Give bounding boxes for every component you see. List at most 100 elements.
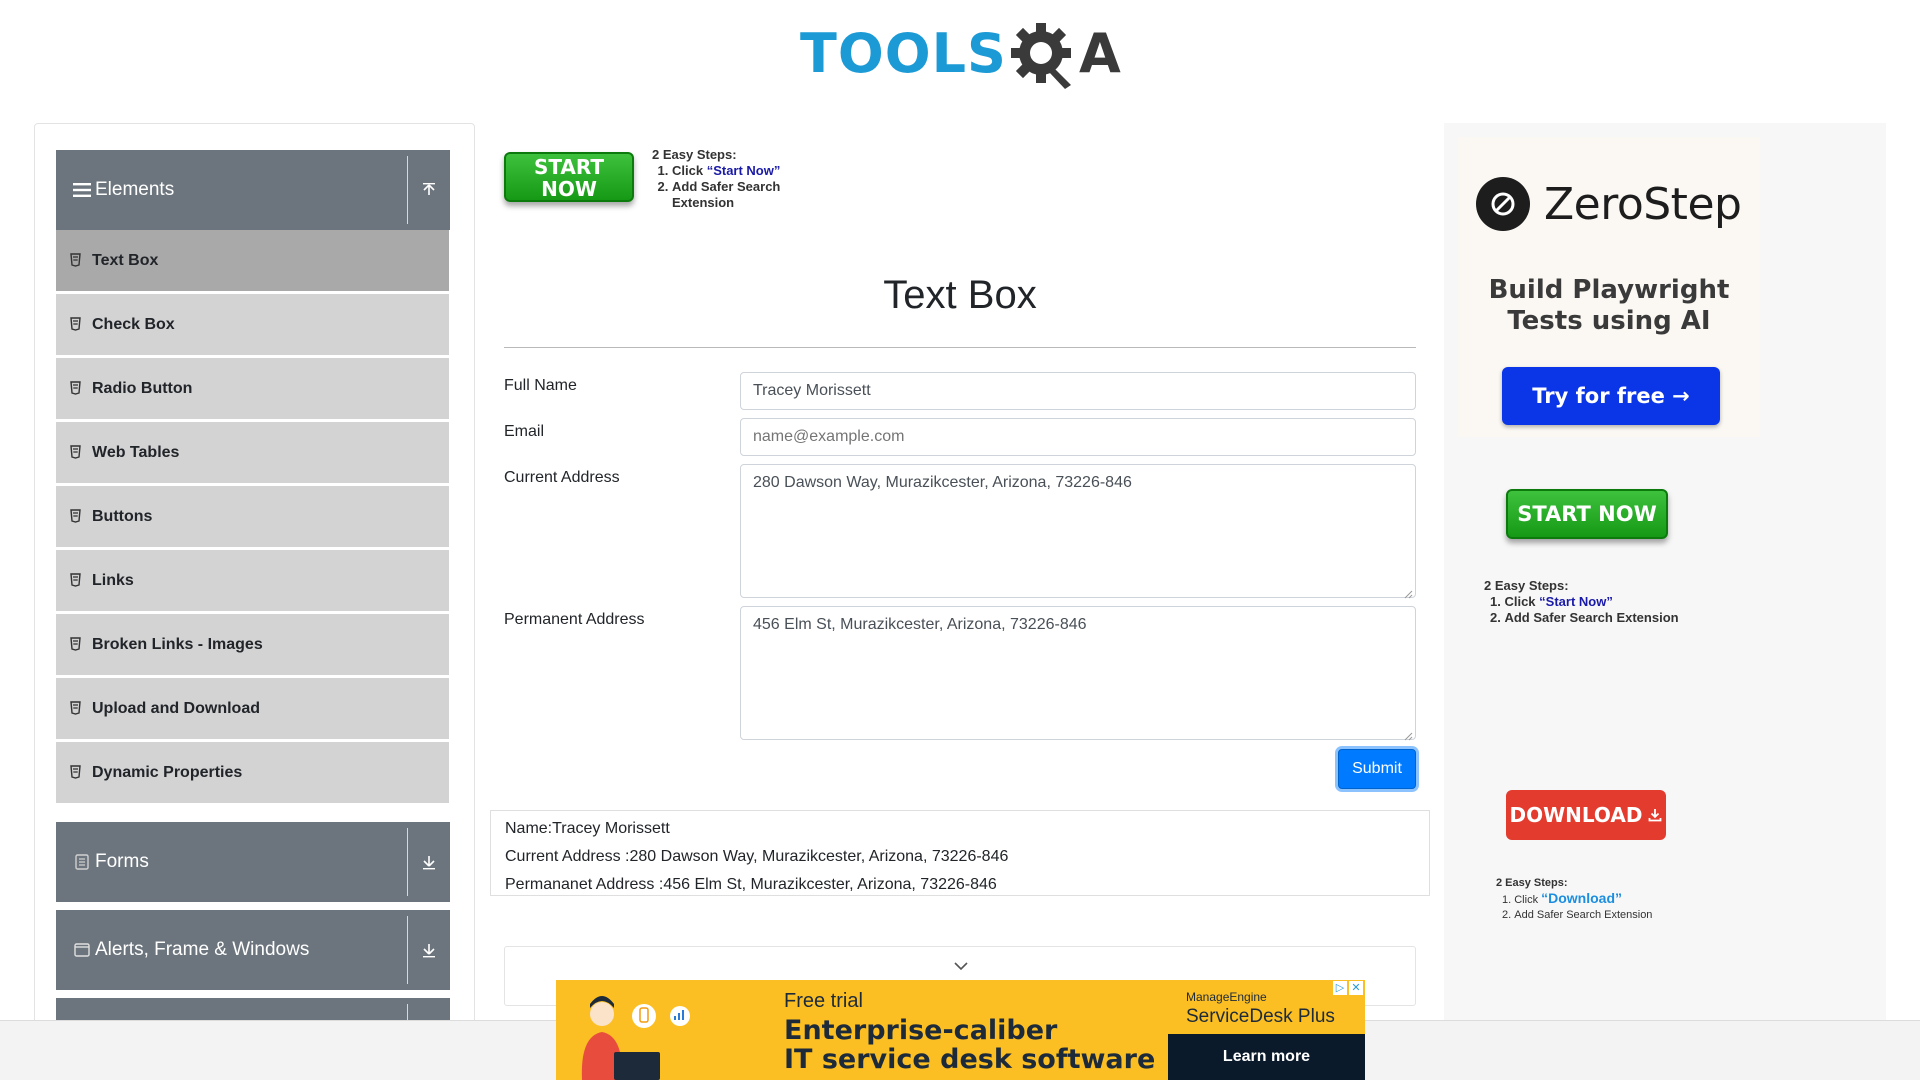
expand-down-icon[interactable] — [416, 910, 442, 990]
sidebar-group-elements[interactable]: Elements — [56, 150, 450, 230]
sidebar-item-upload-download[interactable]: Upload and Download — [56, 678, 449, 740]
hamburger-icon — [73, 181, 91, 199]
sidebar-item-links[interactable]: Links — [56, 550, 449, 612]
headline-line-2: IT service desk software — [784, 1044, 1156, 1075]
step-1-prefix: Click — [1504, 594, 1540, 609]
ad-steps: 2 Easy Steps: Click “Start Now” Add Safe… — [1484, 578, 1679, 626]
menu-item-icon — [70, 572, 84, 589]
sidebar-item-label: Broken Links - Images — [92, 635, 263, 653]
step-1-link: “Start Now” — [1539, 594, 1613, 609]
download-button[interactable]: DOWNLOAD — [1506, 790, 1666, 840]
step-1-link: “Start Now” — [706, 163, 781, 178]
banner-headline: Enterprise-caliber IT service desk softw… — [784, 1016, 1155, 1074]
menu-item-icon — [70, 508, 84, 525]
tagline-line-2: Tests using AI — [1507, 306, 1711, 336]
email-input[interactable]: name@example.com — [740, 418, 1416, 456]
sidebar-item-label: Web Tables — [92, 443, 180, 461]
sidebar-item-radio-button[interactable]: Radio Button — [56, 358, 449, 420]
full-name-input[interactable]: Tracey Morissett — [740, 372, 1416, 410]
zerostep-tagline: Build Playwright Tests using AI — [1458, 275, 1760, 337]
sidebar-item-label: Buttons — [92, 507, 153, 525]
sidebar-item-dynamic-properties[interactable]: Dynamic Properties — [56, 742, 449, 804]
form-icon — [73, 853, 91, 871]
sidebar-item-web-tables[interactable]: Web Tables — [56, 422, 449, 484]
email-label: Email — [504, 423, 545, 440]
chevron-down-icon[interactable] — [951, 959, 971, 973]
banner-free-trial: Free trial — [784, 990, 863, 1012]
servicedesk-banner-ad[interactable]: Free trial Enterprise-caliber IT service… — [556, 980, 1365, 1080]
output-current-address: Current Address :280 Dawson Way, Murazik… — [505, 848, 1009, 865]
step-2: Add Safer Search Extension — [1490, 610, 1678, 626]
full-name-label: Full Name — [504, 377, 577, 394]
step-2: Add Safer Search Extension — [672, 179, 822, 211]
try-free-button[interactable]: Try for free → — [1502, 367, 1720, 425]
tagline-line-1: Build Playwright — [1488, 275, 1730, 305]
steps-title: 2 Easy Steps: — [1484, 578, 1569, 593]
close-ad-icon[interactable]: ✕ — [1349, 981, 1363, 995]
step-1: Click “Download” — [1502, 891, 1652, 908]
start-now-button[interactable]: START NOW — [504, 152, 634, 202]
sidebar-group-alerts[interactable]: Alerts, Frame & Windows — [56, 910, 450, 990]
zerostep-ad[interactable]: ZeroStep Build Playwright Tests using AI… — [1458, 137, 1760, 437]
download-steps: 2 Easy Steps: Click “Download” Add Safer… — [1496, 876, 1652, 923]
step-2: Add Safer Search Extension — [1502, 908, 1652, 923]
gear-icon — [1009, 17, 1079, 91]
resize-grip-icon[interactable] — [1403, 585, 1413, 599]
page-title: Text Box — [883, 273, 1037, 317]
sidebar-group-label: Forms — [95, 851, 149, 872]
right-ad-column: ZeroStep Build Playwright Tests using AI… — [1444, 123, 1886, 1080]
divider — [407, 828, 408, 896]
current-address-label: Current Address — [504, 469, 620, 486]
sidebar-item-label: Text Box — [92, 251, 159, 269]
ad-choices-icon[interactable]: ▷ — [1333, 981, 1347, 995]
banner-product: ServiceDesk Plus — [1186, 1006, 1335, 1027]
sidebar-item-buttons[interactable]: Buttons — [56, 486, 449, 548]
steps-title: 2 Easy Steps: — [652, 147, 737, 162]
sidebar-group-label: Elements — [95, 179, 175, 200]
permanent-address-textarea[interactable]: 456 Elm St, Murazikcester, Arizona, 7322… — [740, 606, 1416, 741]
banner-brand: ManageEngine — [1186, 990, 1267, 1004]
menu-item-icon — [70, 700, 84, 717]
output-box: Name:Tracey Morissett Current Address :2… — [490, 810, 1430, 896]
expand-down-icon[interactable] — [416, 822, 442, 902]
person-laptop-illustration — [562, 986, 692, 1080]
sidebar-item-broken-links[interactable]: Broken Links - Images — [56, 614, 449, 676]
permanent-address-value: 456 Elm St, Murazikcester, Arizona, 7322… — [753, 616, 1087, 633]
zerostep-logo-icon — [1476, 177, 1530, 231]
sidebar-group-forms[interactable]: Forms — [56, 822, 450, 902]
learn-more-button[interactable]: Learn more — [1168, 1034, 1365, 1080]
step-1: Click “Start Now” — [672, 163, 822, 179]
sidebar: Elements Text Box Check Box Radio Button… — [34, 123, 475, 1080]
sidebar-item-label: Check Box — [92, 315, 175, 333]
headline-line-1: Enterprise-caliber — [784, 1015, 1058, 1046]
divider — [504, 347, 1416, 348]
logo-text: TOOLS — [800, 22, 1007, 85]
step-1-prefix: Click — [672, 163, 707, 178]
divider — [407, 916, 408, 984]
collapse-up-icon[interactable] — [416, 150, 442, 230]
sidebar-group-label: Alerts, Frame & Windows — [95, 939, 310, 960]
zerostep-logo: ZeroStep — [1476, 177, 1742, 231]
resize-grip-icon[interactable] — [1403, 727, 1413, 741]
top-ad[interactable]: START NOW 2 Easy Steps: Click “Start Now… — [504, 147, 824, 217]
start-now-button[interactable]: START NOW — [1506, 489, 1668, 539]
sidebar-item-check-box[interactable]: Check Box — [56, 294, 449, 356]
ad-steps: 2 Easy Steps: Click “Start Now” Add Safe… — [652, 147, 822, 211]
divider — [407, 156, 408, 224]
menu-item-icon — [70, 444, 84, 461]
site-header: TOOLS A — [0, 0, 1920, 100]
menu-item-icon — [70, 316, 84, 333]
menu-item-icon — [70, 380, 84, 397]
sidebar-item-label: Radio Button — [92, 379, 193, 397]
sidebar-item-text-box[interactable]: Text Box — [56, 230, 449, 292]
download-icon — [1648, 808, 1662, 822]
menu-item-icon — [70, 252, 84, 269]
logo-qa-text: A — [1078, 22, 1121, 85]
submit-button[interactable]: Submit — [1338, 749, 1416, 789]
sidebar-item-label: Links — [92, 571, 134, 589]
current-address-textarea[interactable]: 280 Dawson Way, Murazikcester, Arizona, … — [740, 464, 1416, 599]
step-1: Click “Start Now” — [1490, 594, 1679, 610]
sidebar-item-label: Upload and Download — [92, 699, 260, 717]
toolsqa-logo[interactable]: TOOLS A — [800, 14, 1121, 94]
step-1-link: “Download” — [1541, 890, 1623, 906]
